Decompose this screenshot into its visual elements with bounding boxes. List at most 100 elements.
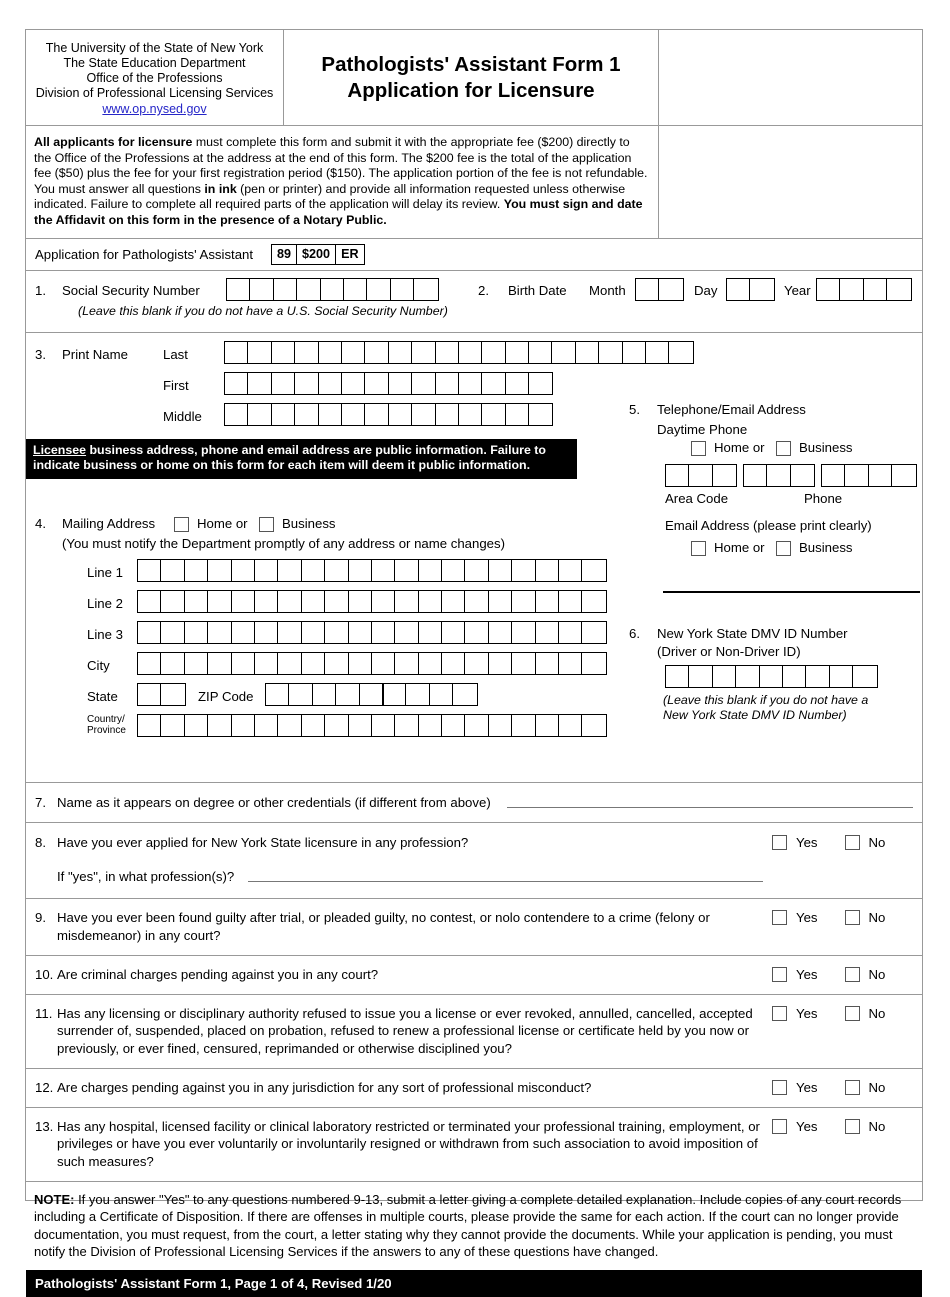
address-state-boxes[interactable] bbox=[137, 682, 186, 706]
website-link[interactable]: www.op.nysed.gov bbox=[102, 102, 206, 117]
character-box[interactable] bbox=[430, 683, 454, 705]
character-box[interactable] bbox=[736, 665, 760, 687]
character-box-strip[interactable] bbox=[137, 620, 607, 644]
character-box[interactable] bbox=[138, 652, 162, 674]
question-11-no-checkbox[interactable] bbox=[844, 1005, 860, 1021]
character-box[interactable] bbox=[138, 590, 162, 612]
character-box[interactable] bbox=[344, 278, 368, 300]
phone-home-checkbox[interactable] bbox=[691, 440, 706, 456]
character-box[interactable] bbox=[227, 278, 251, 300]
character-box[interactable] bbox=[208, 590, 232, 612]
question-11-yes-checkbox[interactable] bbox=[772, 1005, 787, 1021]
character-box[interactable] bbox=[383, 683, 407, 705]
character-box[interactable] bbox=[319, 403, 342, 425]
question-8-write-line[interactable] bbox=[248, 881, 763, 883]
character-box[interactable] bbox=[208, 714, 232, 736]
character-box[interactable] bbox=[232, 652, 255, 674]
character-box[interactable] bbox=[536, 590, 560, 612]
character-box-strip[interactable] bbox=[635, 277, 684, 301]
character-box[interactable] bbox=[419, 714, 443, 736]
character-box[interactable] bbox=[138, 683, 162, 705]
character-box[interactable] bbox=[248, 403, 272, 425]
character-box[interactable] bbox=[853, 666, 876, 687]
character-box[interactable] bbox=[465, 652, 489, 674]
character-box[interactable] bbox=[552, 341, 576, 363]
phone-business-checkbox[interactable] bbox=[776, 440, 791, 456]
character-box-strip[interactable] bbox=[137, 682, 186, 706]
character-box[interactable] bbox=[225, 372, 249, 394]
character-box[interactable] bbox=[744, 464, 768, 486]
character-box[interactable] bbox=[559, 590, 583, 612]
character-box[interactable] bbox=[442, 559, 466, 581]
character-box[interactable] bbox=[342, 372, 366, 394]
question-10-no-checkbox[interactable] bbox=[844, 967, 860, 983]
character-box[interactable] bbox=[465, 590, 489, 612]
address-country-boxes[interactable] bbox=[137, 713, 607, 737]
character-box[interactable] bbox=[272, 403, 296, 425]
character-box[interactable] bbox=[436, 372, 459, 394]
character-box[interactable] bbox=[559, 714, 583, 736]
question-8-no-checkbox[interactable] bbox=[844, 835, 860, 851]
character-box[interactable] bbox=[783, 665, 807, 687]
character-box[interactable] bbox=[138, 559, 162, 581]
character-box[interactable] bbox=[161, 621, 185, 643]
character-box[interactable] bbox=[278, 714, 302, 736]
character-box[interactable] bbox=[185, 559, 209, 581]
character-box[interactable] bbox=[536, 559, 560, 581]
character-box[interactable] bbox=[582, 622, 605, 643]
character-box[interactable] bbox=[278, 652, 302, 674]
character-box[interactable] bbox=[365, 341, 389, 363]
character-box[interactable] bbox=[250, 278, 274, 300]
character-box[interactable] bbox=[248, 341, 272, 363]
character-box[interactable] bbox=[367, 278, 391, 300]
character-box-strip[interactable] bbox=[743, 463, 816, 487]
character-box[interactable] bbox=[349, 590, 372, 612]
birth-day-boxes[interactable] bbox=[726, 277, 775, 301]
character-box[interactable] bbox=[419, 559, 443, 581]
character-box[interactable] bbox=[208, 559, 232, 581]
character-box[interactable] bbox=[225, 403, 249, 425]
ssn-boxes[interactable] bbox=[226, 277, 439, 301]
character-box[interactable] bbox=[822, 464, 846, 486]
character-box[interactable] bbox=[666, 665, 690, 687]
character-box-strip[interactable] bbox=[382, 682, 478, 706]
character-box[interactable] bbox=[414, 279, 437, 300]
character-box[interactable] bbox=[342, 403, 366, 425]
character-box[interactable] bbox=[225, 341, 249, 363]
question-9-yes-checkbox[interactable] bbox=[772, 910, 787, 926]
character-box[interactable] bbox=[185, 714, 209, 736]
character-box[interactable] bbox=[389, 372, 413, 394]
character-box-strip[interactable] bbox=[137, 558, 607, 582]
character-box[interactable] bbox=[255, 652, 279, 674]
character-box[interactable] bbox=[325, 559, 349, 581]
character-box[interactable] bbox=[482, 341, 506, 363]
character-box[interactable] bbox=[232, 559, 255, 581]
character-box[interactable] bbox=[582, 591, 605, 612]
character-box[interactable] bbox=[529, 404, 552, 425]
character-box[interactable] bbox=[313, 683, 337, 705]
character-box[interactable] bbox=[302, 590, 326, 612]
question-13-yes-checkbox[interactable] bbox=[772, 1118, 787, 1134]
character-box[interactable] bbox=[767, 464, 791, 486]
character-box[interactable] bbox=[636, 278, 660, 300]
character-box[interactable] bbox=[506, 403, 530, 425]
character-box[interactable] bbox=[302, 621, 326, 643]
character-box[interactable] bbox=[582, 560, 605, 581]
character-box[interactable] bbox=[760, 665, 783, 687]
character-box[interactable] bbox=[442, 714, 466, 736]
character-box[interactable] bbox=[138, 714, 162, 736]
question-13-no-checkbox[interactable] bbox=[844, 1118, 860, 1134]
character-box[interactable] bbox=[395, 621, 419, 643]
character-box[interactable] bbox=[892, 465, 915, 486]
dmv-id-boxes[interactable] bbox=[665, 664, 878, 688]
phone-area-boxes[interactable] bbox=[665, 463, 738, 487]
character-box[interactable] bbox=[372, 714, 396, 736]
character-box[interactable] bbox=[536, 652, 560, 674]
phone-prefix-boxes[interactable] bbox=[743, 463, 816, 487]
character-box[interactable] bbox=[372, 652, 396, 674]
character-box[interactable] bbox=[830, 665, 854, 687]
character-box[interactable] bbox=[395, 590, 419, 612]
question-12-yes-checkbox[interactable] bbox=[772, 1080, 787, 1096]
phone-line-boxes[interactable] bbox=[821, 463, 917, 487]
character-box[interactable] bbox=[727, 278, 751, 300]
